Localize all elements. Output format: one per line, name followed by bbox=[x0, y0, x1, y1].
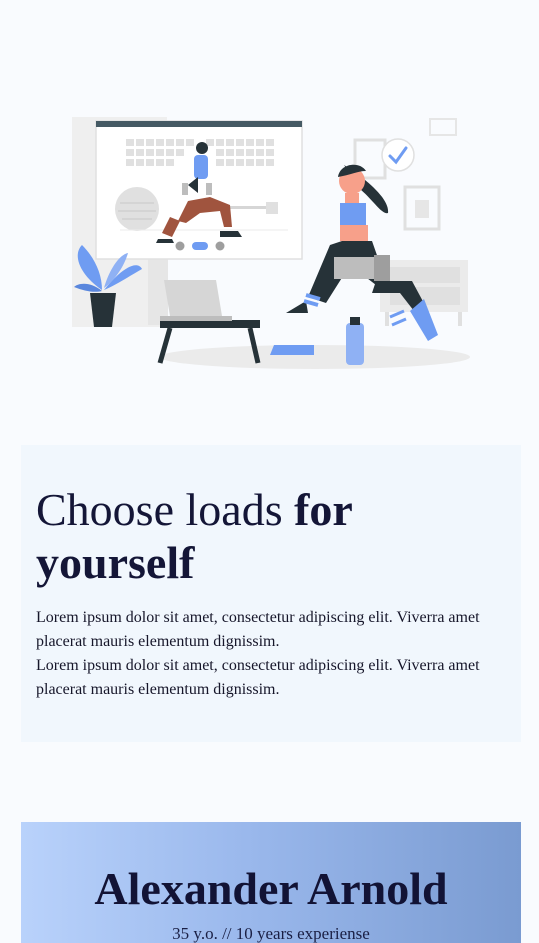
page: Choose loads for yourself Lorem ipsum do… bbox=[0, 0, 539, 943]
check-icon bbox=[381, 138, 415, 172]
trainer-profile-card: Alexander Arnold 35 y.o. // 10 years exp… bbox=[21, 822, 521, 943]
trainer-meta: 35 y.o. // 10 years experiense bbox=[172, 924, 370, 943]
info-text: Lorem ipsum dolor sit amet, consectetur … bbox=[36, 606, 506, 702]
wall-panel-2 bbox=[148, 250, 168, 325]
info-title: Choose loads for yourself bbox=[36, 483, 506, 589]
info-card: Choose loads for yourself Lorem ipsum do… bbox=[21, 445, 521, 742]
video-call-window bbox=[95, 120, 303, 260]
floor-shadow bbox=[160, 345, 470, 369]
picture-frames bbox=[353, 118, 457, 231]
trainer-name: Alexander Arnold bbox=[94, 863, 448, 914]
info-paragraph-1: Lorem ipsum dolor sit amet, consectetur … bbox=[36, 609, 480, 650]
workout-illustration bbox=[72, 117, 470, 369]
info-paragraph-2: Lorem ipsum dolor sit amet, consectetur … bbox=[36, 657, 480, 698]
info-title-regular: Choose loads bbox=[36, 484, 295, 535]
